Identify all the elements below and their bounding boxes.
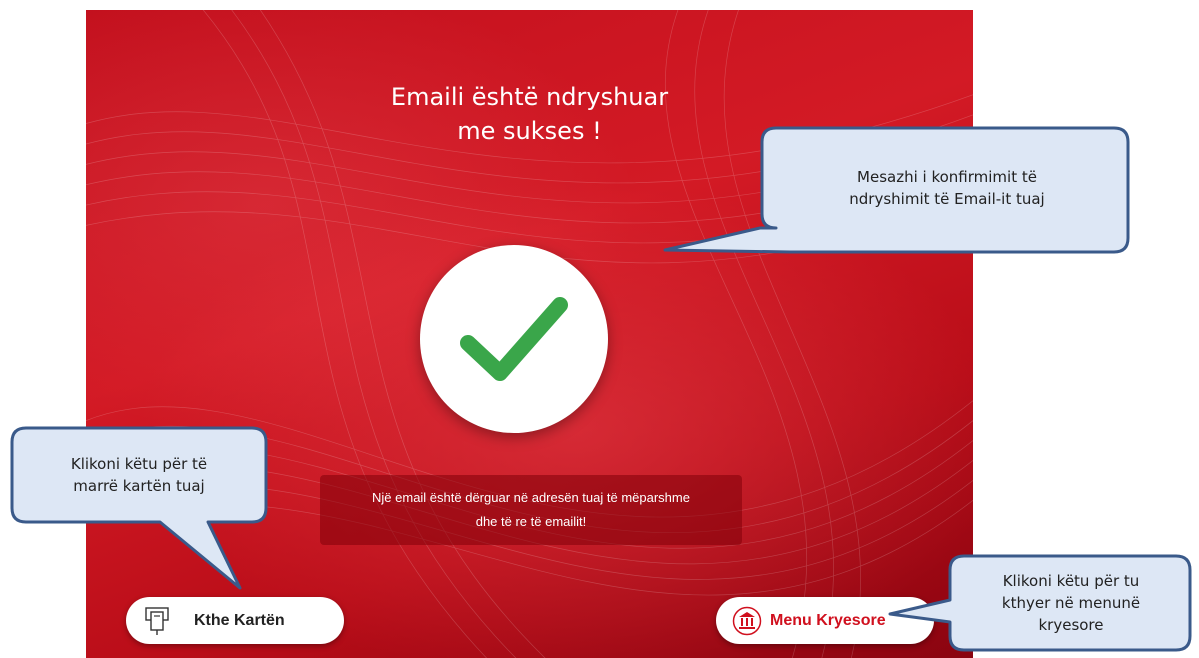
callout-confirm-line2: ndryshimit të Email-it tuaj (849, 190, 1045, 208)
callout-menu-line1: Klikoni këtu për tu (1002, 572, 1140, 590)
success-badge (420, 245, 608, 433)
main-menu-label: Menu Kryesore (770, 611, 886, 629)
success-title: Emaili është ndryshuar me sukses ! (286, 80, 773, 148)
callout-card-line1: Klikoni këtu për të (70, 455, 208, 473)
success-title-line1: Emaili është ndryshuar (390, 83, 669, 111)
callout-card-text: Klikoni këtu për të marrë kartën tuaj (20, 453, 258, 497)
checkmark-icon (460, 297, 568, 381)
notice-line1: Një email është dërguar në adresën tuaj … (372, 490, 690, 505)
callout-confirm-line1: Mesazhi i konfirmimit të (857, 168, 1037, 186)
callout-menu-line3: kryesore (1038, 616, 1104, 634)
bank-icon (730, 604, 764, 638)
callout-menu-line2: kthyer në menunë (1001, 594, 1141, 612)
success-title-line2: me sukses ! (457, 117, 602, 145)
return-card-button[interactable]: Kthe Kartën (126, 597, 344, 644)
atm-screen: Emaili është ndryshuar me sukses ! Një e… (86, 10, 973, 658)
card-return-icon (140, 604, 174, 638)
callout-menu-text: Klikoni këtu për tu kthyer në menunë kry… (958, 570, 1184, 636)
callout-confirm-text: Mesazhi i konfirmimit të ndryshimit të E… (778, 166, 1116, 210)
main-menu-button[interactable]: Menu Kryesore (716, 597, 934, 644)
notice-line2: dhe të re të emailit! (475, 514, 587, 529)
return-card-label: Kthe Kartën (194, 611, 285, 629)
callout-card-line2: marrë kartën tuaj (73, 477, 205, 495)
email-sent-notice: Një email është dërguar në adresën tuaj … (320, 475, 742, 545)
